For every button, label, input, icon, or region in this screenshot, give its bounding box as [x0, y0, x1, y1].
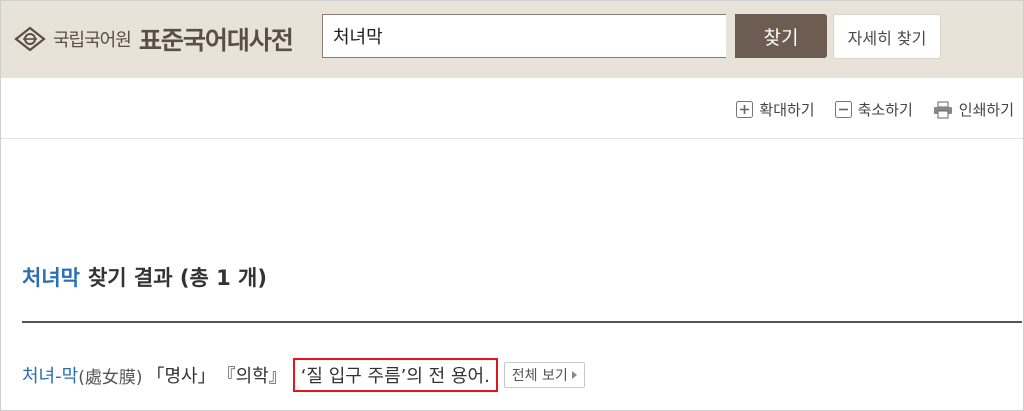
- view-full-label: 전체 보기: [511, 368, 568, 384]
- entry-hanja: (處女膜): [78, 367, 143, 388]
- result-title: 처녀막 찾기 결과 (총 1 개): [22, 262, 267, 292]
- minus-box-icon: [834, 101, 852, 118]
- entry-part-of-speech: 「명사」: [146, 366, 216, 387]
- detail-search-button[interactable]: 자세히 찾기: [833, 14, 941, 59]
- result-count-text: 찾기 결과 (총 1 개): [87, 266, 267, 290]
- view-full-button[interactable]: 전체 보기: [503, 362, 585, 388]
- list-item: 처녀-막 (處女膜) 「명사」 『의학』 ‘질 입구 주름’의 전 용어. 전체…: [22, 358, 585, 392]
- entry-field: 『의학』: [217, 366, 287, 387]
- print-button[interactable]: 인쇄하기: [933, 99, 1014, 120]
- site-logo[interactable]: 국립국어원 표준국어대사전: [13, 21, 294, 57]
- search-input[interactable]: [322, 14, 726, 58]
- result-keyword: 처녀막: [22, 266, 80, 290]
- institution-logo-icon: [14, 26, 46, 52]
- result-divider: [22, 321, 1022, 323]
- zoom-out-button[interactable]: 축소하기: [834, 99, 913, 120]
- zoom-out-label: 축소하기: [857, 101, 913, 119]
- print-label: 인쇄하기: [958, 101, 1014, 119]
- plus-box-icon: [736, 101, 754, 118]
- entry-headword-link[interactable]: 처녀-막: [22, 362, 78, 388]
- zoom-in-button[interactable]: 확대하기: [736, 99, 815, 120]
- logo-institution-text: 국립국어원: [53, 30, 132, 51]
- logo-dictionary-text: 표준국어대사전: [138, 26, 294, 55]
- zoom-in-label: 확대하기: [759, 101, 815, 119]
- entry-definition: ‘질 입구 주름’의 전 용어.: [292, 358, 498, 392]
- search-button[interactable]: 찾기: [735, 14, 827, 58]
- triangle-right-icon: [571, 371, 577, 379]
- view-toolbar: 확대하기 축소하기 인쇄하기: [736, 99, 1014, 120]
- toolbar-divider: [1, 138, 1023, 139]
- printer-icon: [933, 101, 952, 118]
